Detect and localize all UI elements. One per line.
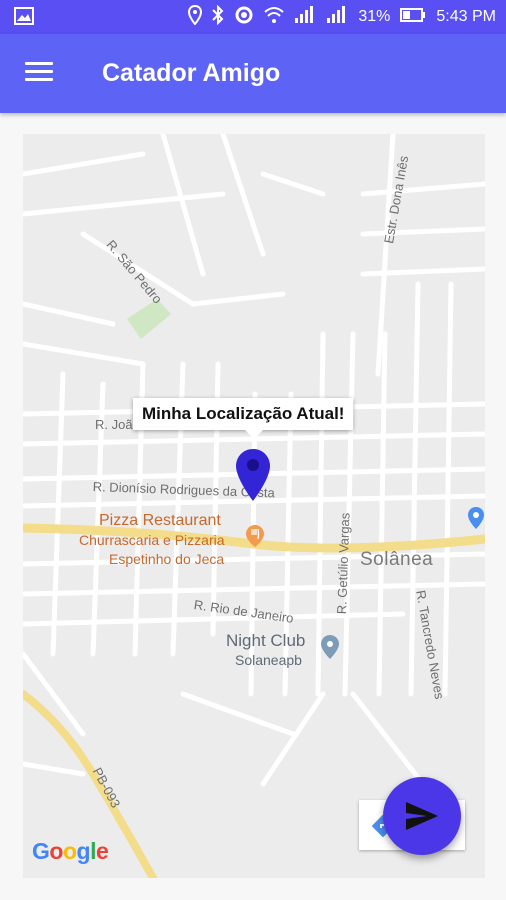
location-info-window[interactable]: Minha Localização Atual! [133,398,354,439]
map-view[interactable]: R. São Pedro Estr. Dona Inês R. João Fau… [23,134,485,878]
signal-icon-2 [326,5,348,29]
poi-night-club-sub: Solaneapb [235,652,302,668]
current-location-marker-icon[interactable] [235,447,271,503]
edge-pin-icon[interactable] [467,506,485,535]
signal-icon [294,5,316,29]
clock: 5:43 PM [436,8,496,25]
app-bar: Catador Amigo [0,34,506,113]
wifi-icon [264,6,285,29]
sync-icon [234,5,254,30]
restaurant-pin-icon[interactable] [245,524,265,553]
poi-night-club[interactable]: Night Club [226,631,305,651]
status-bar: 31% 5:43 PM [0,0,506,34]
send-icon [406,802,438,830]
battery-icon [400,7,426,28]
app-title: Catador Amigo [102,59,281,87]
bluetooth-icon [212,4,224,30]
location-icon [188,4,203,30]
google-logo: Google [32,838,109,864]
send-fab-button[interactable] [383,777,461,855]
hamburger-menu-icon[interactable] [22,58,56,92]
night-club-pin-icon[interactable] [320,634,340,665]
map-canvas[interactable] [23,134,485,878]
poi-pizza-restaurant[interactable]: Pizza Restaurant [99,512,221,530]
poi-churrascaria-line2: Espetinho do Jeca [109,551,225,567]
battery-percent: 31% [358,8,391,25]
gallery-notification-icon [14,7,34,30]
poi-churrascaria-line1: Churrascaria e Pizzaria [79,532,225,548]
city-label: Solânea [360,549,434,570]
